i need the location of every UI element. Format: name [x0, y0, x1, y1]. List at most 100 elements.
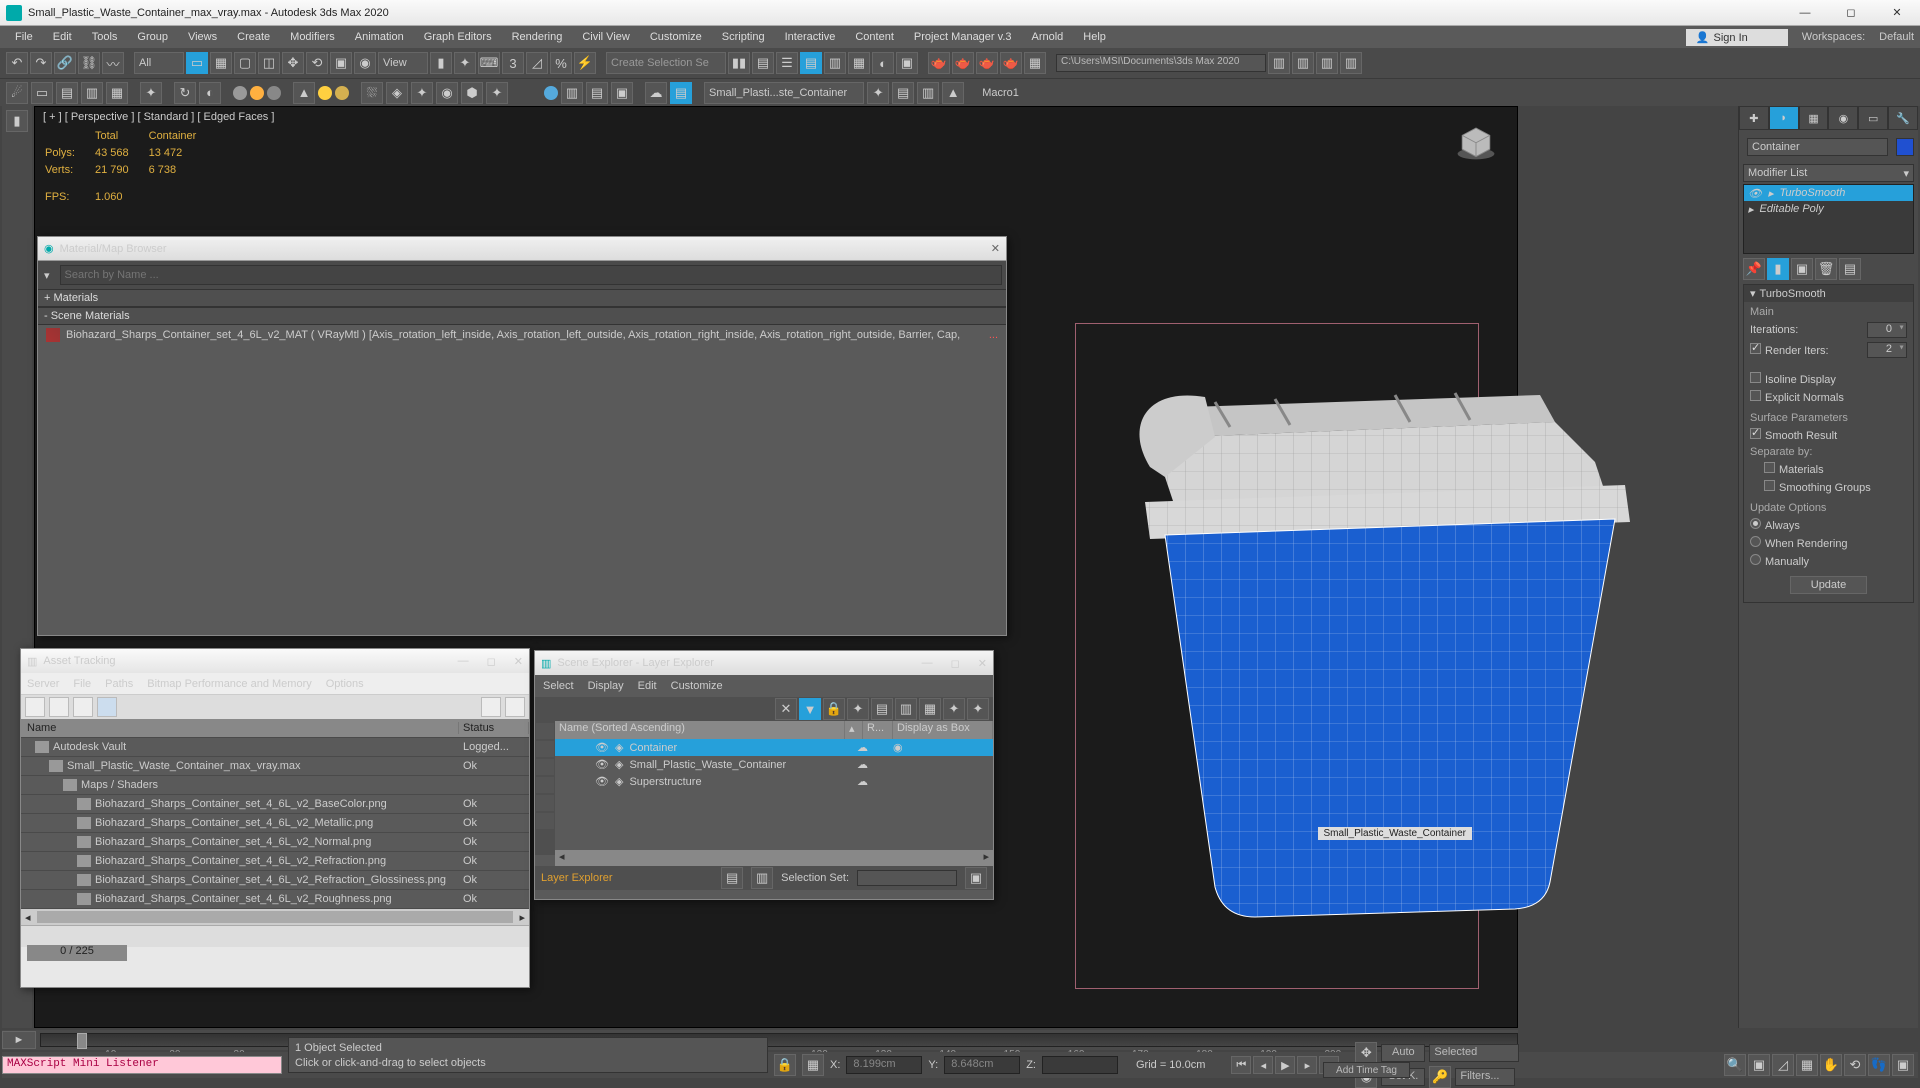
ref-coord-dropdown[interactable]: View	[378, 52, 428, 74]
tb2-b8[interactable]: ◐	[199, 82, 221, 104]
close-icon[interactable]: ✕	[991, 242, 1000, 255]
walk-button[interactable]: 👣	[1868, 1054, 1890, 1076]
menu-server[interactable]: Server	[27, 678, 59, 690]
maximize-icon[interactable]: ◻	[487, 655, 496, 668]
at-btn[interactable]	[73, 697, 93, 717]
path-btn3[interactable]: ▥	[1316, 52, 1338, 74]
menu-edit[interactable]: Edit	[44, 29, 81, 45]
update-button[interactable]: Update	[1790, 576, 1867, 594]
at-btn[interactable]	[481, 697, 501, 717]
select-region-button[interactable]: ▢	[234, 52, 256, 74]
menu-rendering[interactable]: Rendering	[503, 29, 572, 45]
light-icon[interactable]	[544, 86, 558, 100]
bind-button[interactable]: 〰	[102, 52, 124, 74]
material-editor-button[interactable]: ◐	[872, 52, 894, 74]
asset-row[interactable]: Biohazard_Sharps_Container_set_4_6L_v2_R…	[21, 890, 529, 909]
tb2-b14[interactable]: ✦	[486, 82, 508, 104]
select-name-button[interactable]: ▦	[210, 52, 232, 74]
dropdown-icon[interactable]: ▾	[38, 269, 56, 282]
project-path[interactable]: C:\Users\MSI\Documents\3ds Max 2020	[1056, 54, 1266, 72]
light-icon[interactable]	[267, 86, 281, 100]
snap-button[interactable]: 3	[502, 52, 524, 74]
se-btn[interactable]: ✦	[943, 698, 965, 720]
scene-explorer-window[interactable]: ▥ Scene Explorer - Layer Explorer —◻✕ Se…	[534, 650, 994, 900]
se-btn[interactable]: ✕	[775, 698, 797, 720]
se-bot-btn[interactable]: ▣	[965, 867, 987, 889]
configure-sets-button[interactable]: ▤	[1839, 258, 1861, 280]
menu-customize[interactable]: Customize	[641, 29, 711, 45]
se-btn[interactable]: 🔒	[823, 698, 845, 720]
time-track[interactable]: 1020304050607080901001101201301401501601…	[40, 1033, 1518, 1047]
zoom-button[interactable]: 🔍	[1724, 1054, 1746, 1076]
menu-customize[interactable]: Customize	[671, 680, 723, 692]
percent-snap-button[interactable]: %	[550, 52, 572, 74]
menu-select[interactable]: Select	[543, 680, 574, 692]
display-tab[interactable]: ▭	[1858, 106, 1888, 130]
update-render-radio[interactable]: When Rendering	[1750, 536, 1907, 550]
next-frame-button[interactable]: ▸	[1297, 1056, 1317, 1074]
tb2-b11[interactable]: ✦	[411, 82, 433, 104]
max-viewport-button[interactable]: ▣	[1892, 1054, 1914, 1076]
material-item[interactable]: Biohazard_Sharps_Container_set_4_6L_v2_M…	[38, 325, 1006, 345]
key-btn[interactable]: 🔑	[1429, 1066, 1451, 1088]
undo-button[interactable]: ↶	[6, 52, 28, 74]
light-icon[interactable]	[233, 86, 247, 100]
add-time-tag[interactable]: Add Time Tag	[1323, 1062, 1410, 1078]
se-btn[interactable]: ▤	[871, 698, 893, 720]
at-btn[interactable]	[25, 697, 45, 717]
modify-tab[interactable]: ◗	[1769, 106, 1799, 130]
remove-modifier-button[interactable]: 🗑	[1815, 258, 1837, 280]
menu-options[interactable]: Options	[326, 678, 364, 690]
tb2-b4[interactable]: ▥	[81, 82, 103, 104]
materials-section[interactable]: + Materials	[38, 289, 1006, 307]
tb2-b23[interactable]: ▲	[942, 82, 964, 104]
at-btn[interactable]	[49, 697, 69, 717]
tb2-sun[interactable]: ▲	[293, 82, 315, 104]
tb2-b21[interactable]: ▤	[892, 82, 914, 104]
rollout-title[interactable]: ▾TurboSmooth	[1744, 285, 1913, 302]
menu-file[interactable]: File	[6, 29, 42, 45]
select-object-button[interactable]: ▭	[186, 52, 208, 74]
menu-animation[interactable]: Animation	[346, 29, 413, 45]
sign-in-button[interactable]: Sign In	[1686, 29, 1788, 46]
tb2-b15[interactable]: ▥	[561, 82, 583, 104]
align-button[interactable]: ▤	[752, 52, 774, 74]
tb2-b2[interactable]: ▭	[31, 82, 53, 104]
scrollbar[interactable]: ◂	[555, 850, 569, 866]
material-browser-titlebar[interactable]: ◉ Material/Map Browser ✕	[38, 237, 1006, 261]
menu-display[interactable]: Display	[588, 680, 624, 692]
se-side-btn[interactable]	[536, 795, 554, 811]
nav-btn[interactable]: ✥	[1355, 1042, 1377, 1064]
tb2-b7[interactable]: ↻	[174, 82, 196, 104]
y-coord[interactable]: 8.648cm	[944, 1056, 1020, 1074]
key-filters-button[interactable]: Filters...	[1455, 1068, 1515, 1086]
curve-editor-button[interactable]: ▥	[824, 52, 846, 74]
tb2-b19[interactable]: ▤	[670, 82, 692, 104]
window-crossing-button[interactable]: ◫	[258, 52, 280, 74]
menu-group[interactable]: Group	[128, 29, 177, 45]
minimize-icon[interactable]: —	[922, 657, 933, 670]
asset-row[interactable]: Biohazard_Sharps_Container_set_4_6L_v2_M…	[21, 814, 529, 833]
tb2-b10[interactable]: ◈	[386, 82, 408, 104]
tb2-b9[interactable]: ⛆	[361, 82, 383, 104]
tb2-b16[interactable]: ▤	[586, 82, 608, 104]
zoom-all-button[interactable]: ▣	[1748, 1054, 1770, 1076]
se-side-btn[interactable]	[536, 813, 554, 829]
menu-modifiers[interactable]: Modifiers	[281, 29, 344, 45]
tb2-b1[interactable]: ☄	[6, 82, 28, 104]
tb2-b18[interactable]: ☁	[645, 82, 667, 104]
asset-tracking-titlebar[interactable]: ▥ Asset Tracking —◻✕	[21, 649, 529, 673]
scene-object-dropdown[interactable]: Small_Plasti...ste_Container	[704, 82, 864, 104]
sep-materials-checkbox[interactable]: Materials	[1750, 462, 1907, 476]
menu-create[interactable]: Create	[228, 29, 279, 45]
render-iters-spinner[interactable]: 2	[1867, 342, 1907, 358]
use-center-button[interactable]: ▮	[430, 52, 452, 74]
asset-row[interactable]: Small_Plastic_Waste_Container_max_vray.m…	[21, 757, 529, 776]
tb2-b5[interactable]: ▦	[106, 82, 128, 104]
asset-row[interactable]: Biohazard_Sharps_Container_set_4_6L_v2_R…	[21, 871, 529, 890]
goto-start-button[interactable]: ⏮	[1231, 1056, 1251, 1074]
modifier-editable-poly[interactable]: ▸Editable Poly	[1744, 201, 1913, 217]
layer-button[interactable]: ☰	[776, 52, 798, 74]
keyboard-shortcut-button[interactable]: ⌨	[478, 52, 500, 74]
se-side-btn[interactable]	[536, 741, 554, 757]
